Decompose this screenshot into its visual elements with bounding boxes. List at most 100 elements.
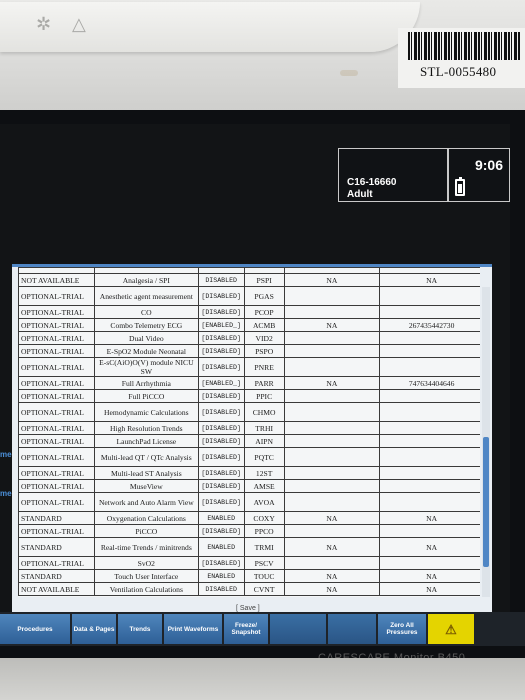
menu-blank-button-1[interactable] [270,614,326,644]
option-value2-cell[interactable] [379,492,480,512]
option-code-cell: AMSE [243,479,285,493]
option-value1-cell[interactable] [283,331,381,345]
table-row: OPTIONAL-TRIAL E-sC(AiO)O(V) module NICU … [18,357,480,377]
table-row: STANDARD Touch User Interface ENABLED TOUC N… [18,569,480,583]
option-value2-cell[interactable] [379,305,480,319]
option-value1-cell[interactable] [283,286,381,306]
option-status-cell: OPTIONAL-TRIAL [18,524,95,538]
menu-blank-button-2[interactable] [328,614,376,644]
option-value1-cell[interactable] [283,305,381,319]
option-name-cell: SvO2 [93,556,199,570]
option-value1-cell[interactable] [283,357,381,377]
option-value2-cell[interactable] [379,402,480,422]
monitor-bottom-bezel [0,658,525,700]
option-code-cell: CVNT [243,582,285,596]
option-value1-cell[interactable] [283,402,381,422]
option-value2-cell[interactable]: 747634404646 [379,376,480,390]
option-value2-cell[interactable]: 267435442730 [379,318,480,332]
option-value1-cell[interactable]: NA [283,511,381,525]
option-value1-cell[interactable] [283,389,381,403]
option-value2-cell[interactable]: NA [379,569,480,583]
option-value1-cell[interactable]: NA [283,569,381,583]
alarm-bell-icon: ⚠ [445,621,457,637]
table-row: OPTIONAL-TRIAL SvO2 [DISABLED] PSCV [18,556,480,570]
procedures-button[interactable]: Procedures [0,614,70,644]
print-waveforms-button[interactable]: Print Waveforms [164,614,222,644]
option-value1-cell[interactable] [283,556,381,570]
option-value2-cell[interactable]: NA [379,273,480,287]
option-name-cell: Multi-lead QT / QTc Analysis [93,447,199,467]
option-name-cell: Anesthetic agent measurement [93,286,199,306]
option-value1-cell[interactable]: NA [283,537,381,557]
option-value1-cell[interactable]: NA [283,582,381,596]
option-value1-cell[interactable] [283,344,381,358]
option-status-cell: STANDARD [18,511,95,525]
option-value1-cell[interactable] [283,447,381,467]
freeze-snapshot-button[interactable]: Freeze/ Snapshot [224,614,268,644]
alarm-triangle-icon[interactable]: △ [72,14,86,35]
option-code-cell: PNRE [243,357,285,377]
monitor-screen: C16-16660 Adult 9:06 ment me NOT AVAILAB… [0,110,525,664]
option-value1-cell[interactable]: NA [283,376,381,390]
option-code-cell: ACMB [243,318,285,332]
option-code-cell: CHMO [243,402,285,422]
option-value2-cell[interactable]: NA [379,511,480,525]
patient-type: Adult [347,189,373,200]
alarm-menu-button[interactable]: ⚠ [428,614,474,644]
alarm-silence-icon[interactable]: ✲ [36,14,51,35]
option-value1-cell[interactable] [283,466,381,480]
option-value2-cell[interactable] [379,421,480,435]
option-value2-cell[interactable] [379,344,480,358]
zero-all-pressures-button[interactable]: Zero All Pressures [378,614,426,644]
option-value1-cell[interactable]: NA [283,273,381,287]
option-name-cell: Hemodynamic Calculations [93,402,199,422]
option-state-cell: [DISABLED] [197,357,245,377]
option-value2-cell[interactable]: NA [379,537,480,557]
option-value1-cell[interactable] [283,524,381,538]
option-value1-cell[interactable] [283,421,381,435]
option-value2-cell[interactable]: NA [379,582,480,596]
table-row: NOT AVAILABLE Analgesia / SPI DISABLED PSPI… [18,273,480,287]
asset-tag-text: STL-0055480 [420,64,497,79]
scrollbar-thumb[interactable] [483,437,489,567]
table-row: OPTIONAL-TRIAL LaunchPad License [DISABLED… [18,434,480,448]
option-status-cell: OPTIONAL-TRIAL [18,318,95,332]
option-value2-cell[interactable] [379,331,480,345]
option-code-cell: AVOA [243,492,285,512]
option-value2-cell[interactable] [379,556,480,570]
option-status-cell: STANDARD [18,537,95,557]
option-state-cell: [DISABLED] [197,524,245,538]
barcode [408,32,520,60]
table-row: OPTIONAL-TRIAL Full Arrhythmia [ENABLED_] P… [18,376,480,390]
option-code-cell: TOUC [243,569,285,583]
option-value2-cell[interactable] [379,286,480,306]
option-value1-cell[interactable]: NA [283,318,381,332]
option-value2-cell[interactable] [379,434,480,448]
option-name-cell: PiCCO [93,524,199,538]
table-row: OPTIONAL-TRIAL Combo Telemetry ECG [ENABLE… [18,318,480,332]
option-value1-cell[interactable] [283,479,381,493]
patient-info-box[interactable]: C16-16660 Adult [338,148,448,202]
option-state-cell: [DISABLED] [197,402,245,422]
option-value2-cell[interactable] [379,447,480,467]
option-value2-cell[interactable] [379,466,480,480]
table-row: OPTIONAL-TRIAL CO [DISABLED] PCOP [18,305,480,319]
save-button[interactable]: [ Save ] [236,605,260,612]
side-fragment-2: me [0,489,12,498]
vertical-scrollbar[interactable] [482,287,490,597]
option-value1-cell[interactable] [283,434,381,448]
option-value2-cell[interactable] [379,524,480,538]
option-value2-cell[interactable] [379,479,480,493]
option-value2-cell[interactable] [379,357,480,377]
option-value2-cell[interactable] [379,389,480,403]
option-code-cell: PGAS [243,286,285,306]
option-name-cell: E-sC(AiO)O(V) module NICU SW [93,357,199,377]
data-pages-button[interactable]: Data & Pages [72,614,116,644]
option-status-cell: OPTIONAL-TRIAL [18,492,95,512]
option-code-cell: PARR [243,376,285,390]
table-row: STANDARD Real-time Trends / minitrends ENA… [18,537,480,557]
trends-button[interactable]: Trends [118,614,162,644]
option-status-cell: OPTIONAL-TRIAL [18,479,95,493]
option-status-cell: OPTIONAL-TRIAL [18,447,95,467]
option-value1-cell[interactable] [283,492,381,512]
